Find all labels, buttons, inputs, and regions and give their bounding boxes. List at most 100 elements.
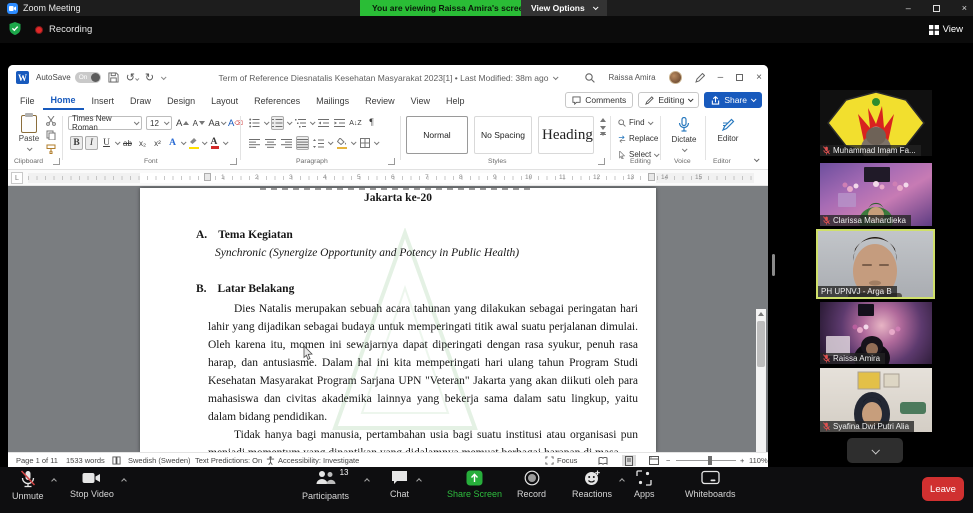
underline-button[interactable]: U xyxy=(100,136,113,150)
font-size-combobox[interactable]: 12 xyxy=(146,116,172,130)
apps-button[interactable]: Apps xyxy=(634,470,655,499)
tab-insert[interactable]: Insert xyxy=(84,93,123,109)
participant-video-1[interactable]: Muhammad Imam Fa... xyxy=(820,90,932,156)
word-restore-button[interactable] xyxy=(736,74,743,81)
comments-button[interactable]: Comments xyxy=(565,92,633,108)
user-name[interactable]: Raissa Amira xyxy=(608,73,655,82)
participant-video-3-active-speaker[interactable]: PH UPNVJ - Arga B xyxy=(816,229,935,299)
find-button[interactable]: Find xyxy=(618,118,652,127)
qat-overflow-icon[interactable] xyxy=(161,74,167,80)
autosave-switch[interactable]: On xyxy=(75,72,101,83)
editor-button[interactable]: Editor xyxy=(710,117,746,143)
focus-button[interactable]: Focus xyxy=(557,456,577,465)
record-button[interactable]: Record xyxy=(517,470,546,499)
styles-dialog-launcher[interactable] xyxy=(598,158,605,165)
mic-options-caret[interactable] xyxy=(51,478,57,484)
font-color-button[interactable]: A xyxy=(208,136,221,150)
document-title-text[interactable]: Term of Reference Diesnatalis Kesehatan … xyxy=(219,73,549,83)
avatar[interactable] xyxy=(669,71,682,84)
recording-dot-icon[interactable] xyxy=(35,26,43,34)
decrease-indent-button[interactable] xyxy=(317,116,330,130)
chat-button[interactable]: Chat xyxy=(390,470,409,499)
unmute-button[interactable]: Unmute xyxy=(12,470,44,501)
style-normal[interactable]: Normal xyxy=(406,116,468,154)
dictate-button[interactable]: Dictate xyxy=(666,117,702,154)
zoom-in-button[interactable]: + xyxy=(740,456,744,465)
scrollbar-thumb[interactable] xyxy=(757,321,765,367)
text-effects-button[interactable]: A xyxy=(166,136,179,150)
word-close-button[interactable]: × xyxy=(756,72,762,83)
video-options-caret[interactable] xyxy=(121,478,127,484)
editing-mode-button[interactable]: Editing xyxy=(638,92,699,108)
font-dialog-launcher[interactable] xyxy=(230,158,237,165)
minimize-button[interactable]: – xyxy=(906,3,911,13)
subscript-button[interactable]: x₂ xyxy=(136,136,149,150)
tab-selector[interactable]: L xyxy=(11,172,23,184)
tab-design[interactable]: Design xyxy=(159,93,203,109)
font-name-combobox[interactable]: Times New Roman xyxy=(68,116,142,130)
restore-button[interactable] xyxy=(933,5,940,12)
print-layout-button[interactable] xyxy=(622,455,636,466)
reactions-button[interactable]: Reactions xyxy=(572,470,612,499)
view-button[interactable]: View xyxy=(929,24,963,35)
word-minimize-button[interactable]: – xyxy=(718,72,724,83)
redo-button[interactable]: ↻ xyxy=(145,71,154,84)
participant-video-5[interactable]: Syafina Dwi Putri Alia xyxy=(820,368,932,432)
panel-resize-handle[interactable] xyxy=(772,254,775,276)
close-button[interactable]: × xyxy=(962,3,967,13)
gallery-more-button[interactable] xyxy=(600,134,606,146)
search-icon[interactable] xyxy=(585,73,595,83)
borders-button[interactable] xyxy=(358,136,371,150)
web-layout-button[interactable] xyxy=(647,455,661,466)
zoom-slider-thumb[interactable] xyxy=(708,456,712,465)
text-predictions[interactable]: Text Predictions: On xyxy=(195,456,262,465)
autosave-toggle[interactable]: AutoSave On xyxy=(36,72,101,83)
tab-mailings[interactable]: Mailings xyxy=(308,93,357,109)
save-icon[interactable] xyxy=(108,72,119,83)
collapse-ribbon-icon[interactable] xyxy=(754,156,760,162)
more-participants-button[interactable] xyxy=(847,438,903,463)
read-mode-button[interactable] xyxy=(596,455,610,466)
clipboard-dialog-launcher[interactable] xyxy=(53,158,60,165)
align-left-button[interactable] xyxy=(248,136,261,150)
page-indicator[interactable]: Page 1 of 11 xyxy=(16,456,58,465)
sort-button[interactable]: A↓Z xyxy=(349,116,362,130)
participants-options-caret[interactable] xyxy=(364,478,370,484)
ruler[interactable]: L 1 2 3 4 5 6 7 8 9 10 11 12 13 14 15 xyxy=(8,170,768,186)
align-right-button[interactable] xyxy=(280,136,293,150)
proofing-icon[interactable] xyxy=(112,456,121,465)
zoom-slider-track[interactable] xyxy=(676,460,736,461)
security-shield-icon[interactable] xyxy=(9,22,21,38)
strikethrough-button[interactable]: ab xyxy=(121,136,134,150)
vertical-scrollbar[interactable] xyxy=(756,309,766,452)
stop-video-button[interactable]: Stop Video xyxy=(70,470,114,499)
style-heading[interactable]: Heading xyxy=(538,116,594,154)
whiteboards-button[interactable]: Whiteboards xyxy=(685,470,736,499)
cut-icon[interactable] xyxy=(46,116,56,126)
numbering-button[interactable] xyxy=(271,116,284,130)
align-center-button[interactable] xyxy=(264,136,277,150)
tab-draw[interactable]: Draw xyxy=(122,93,159,109)
superscript-button[interactable]: x² xyxy=(151,136,164,150)
participant-video-2[interactable]: Clarissa Mahardieka xyxy=(820,163,932,226)
accessibility-status[interactable]: Accessibility: Investigate xyxy=(278,456,359,465)
share-button[interactable]: Share xyxy=(704,92,762,108)
style-no-spacing[interactable]: No Spacing xyxy=(474,116,532,154)
pen-icon[interactable] xyxy=(695,73,705,83)
language-indicator[interactable]: Swedish (Sweden) xyxy=(128,456,191,465)
tab-file[interactable]: File xyxy=(12,93,43,109)
zoom-percentage[interactable]: 110% xyxy=(749,456,768,465)
reactions-options-caret[interactable] xyxy=(619,478,625,484)
copy-icon[interactable] xyxy=(46,130,56,140)
shrink-font-button[interactable]: A xyxy=(192,116,205,130)
undo-button[interactable]: ↺ xyxy=(126,71,138,84)
participants-button[interactable]: 13 Participants xyxy=(302,470,349,501)
show-paragraph-marks-button[interactable]: ¶ xyxy=(365,116,378,130)
bullets-button[interactable] xyxy=(248,116,261,130)
increase-indent-button[interactable] xyxy=(333,116,346,130)
change-case-button[interactable]: Aa xyxy=(208,116,225,130)
italic-button[interactable]: I xyxy=(85,136,98,150)
indent-marker-right[interactable] xyxy=(648,173,655,181)
format-painter-icon[interactable] xyxy=(46,144,56,154)
tab-view[interactable]: View xyxy=(403,93,438,109)
